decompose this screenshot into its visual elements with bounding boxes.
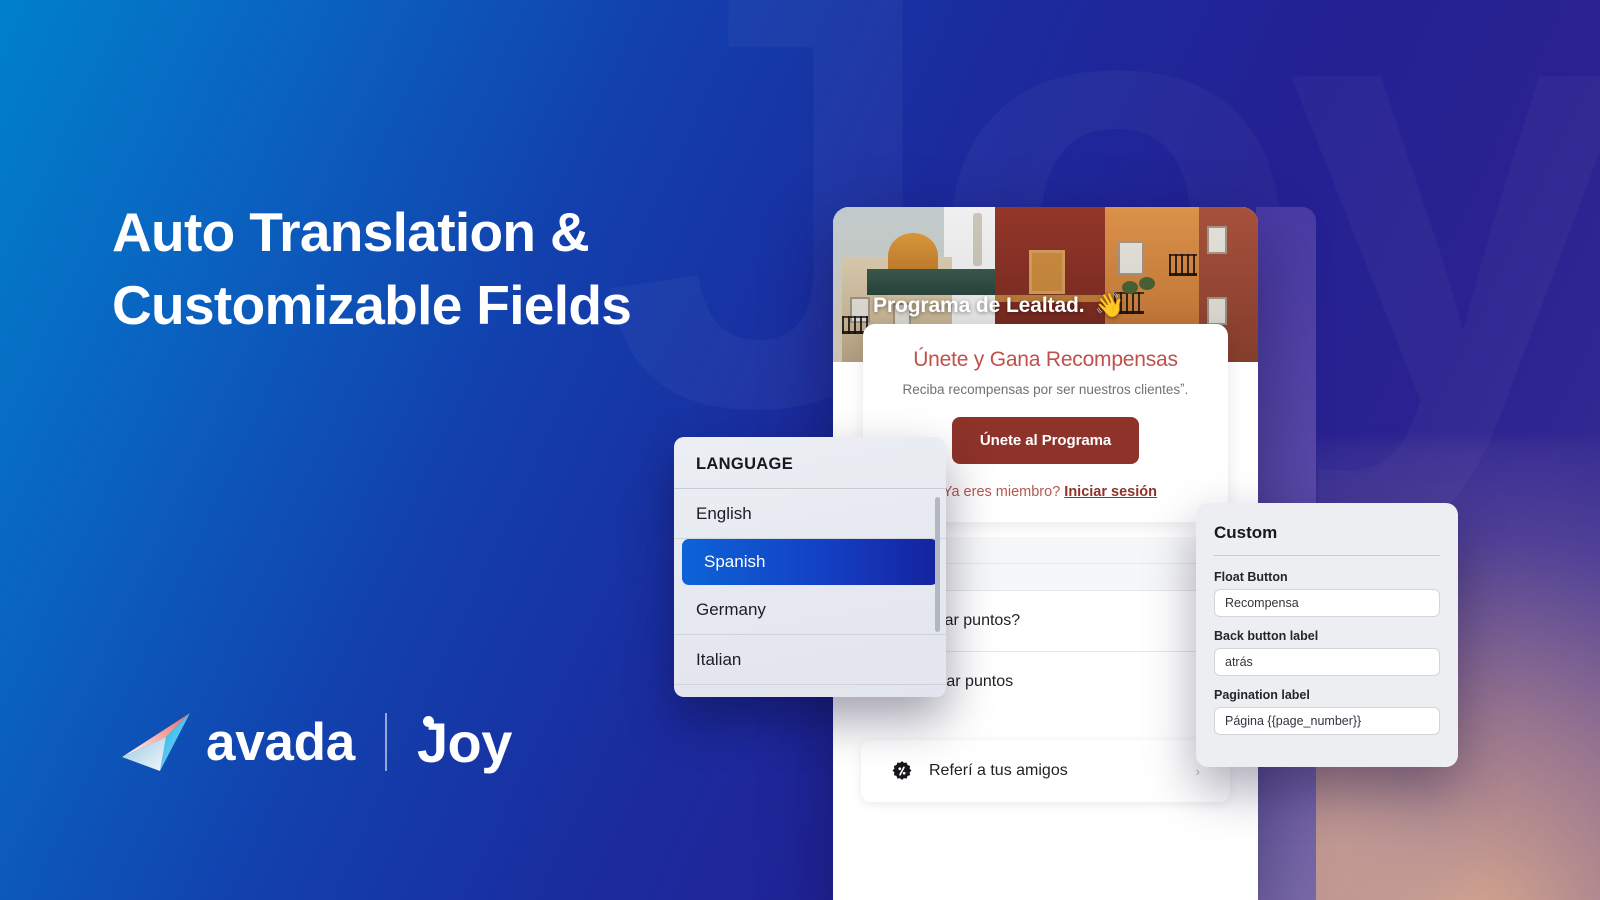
joy-dot: [422, 715, 434, 727]
page-title: Auto Translation & Customizable Fields: [112, 196, 772, 341]
brand-lockup: avada Joy: [120, 705, 512, 779]
waving-hand-icon: 👋: [1094, 292, 1125, 319]
percent-badge-icon: [892, 761, 912, 780]
custom-panel-title: Custom: [1214, 523, 1440, 556]
language-dropdown-scrollbar[interactable]: [935, 497, 940, 632]
join-program-button[interactable]: Únete al Programa: [951, 417, 1140, 464]
back-button-input[interactable]: [1214, 648, 1440, 676]
language-option-italian[interactable]: Italian: [674, 635, 946, 685]
member-prompt-text: ¿Ya eres miembro?: [934, 484, 1061, 500]
login-link[interactable]: Iniciar sesión: [1064, 484, 1157, 500]
float-button-label: Float Button: [1214, 570, 1288, 584]
language-option-label: Spanish: [704, 552, 766, 571]
join-card-subtitle: Reciba recompensas por ser nuestros clie…: [902, 382, 1189, 397]
pagination-label: Pagination label: [1214, 688, 1310, 702]
chevron-right-icon: ›: [1195, 763, 1200, 779]
language-option-spanish[interactable]: Spanish: [682, 539, 938, 585]
language-dropdown-header: LANGUAGE: [674, 437, 946, 489]
pagination-input[interactable]: [1214, 707, 1440, 735]
referral-row[interactable]: Referí a tus amigos ›: [861, 740, 1230, 802]
referral-row-label: Referí a tus amigos: [929, 762, 1068, 779]
language-option-label: Italian: [696, 649, 742, 669]
back-button-label: Back button label: [1214, 629, 1319, 643]
language-dropdown[interactable]: LANGUAGE English Spanish Germany Italian: [674, 437, 946, 697]
headline-line-1: Auto Translation &: [112, 201, 590, 263]
custom-fields-panel: Custom Float Button Back button label Pa…: [1196, 503, 1458, 767]
join-card-title: Únete y Gana Recompensas: [913, 348, 1178, 371]
float-button-input[interactable]: [1214, 589, 1440, 617]
paper-plane-icon: [122, 713, 190, 771]
hero-title-text: Programa de Lealtad.: [873, 293, 1085, 317]
joy-wordmark: Joy: [417, 710, 512, 775]
promo-banner: Joy Auto Translation & Customizable Fiel…: [0, 0, 1600, 900]
language-option-label: Germany: [696, 599, 766, 619]
headline-line-2: Customizable Fields: [112, 273, 632, 336]
widget-hero-title: Programa de Lealtad. 👋: [873, 291, 1124, 320]
avada-wordmark: avada: [206, 712, 355, 772]
language-option-english[interactable]: English: [674, 489, 946, 539]
brand-divider: [384, 713, 387, 771]
language-option-label: English: [696, 503, 752, 523]
language-option-germany[interactable]: Germany: [674, 585, 946, 635]
